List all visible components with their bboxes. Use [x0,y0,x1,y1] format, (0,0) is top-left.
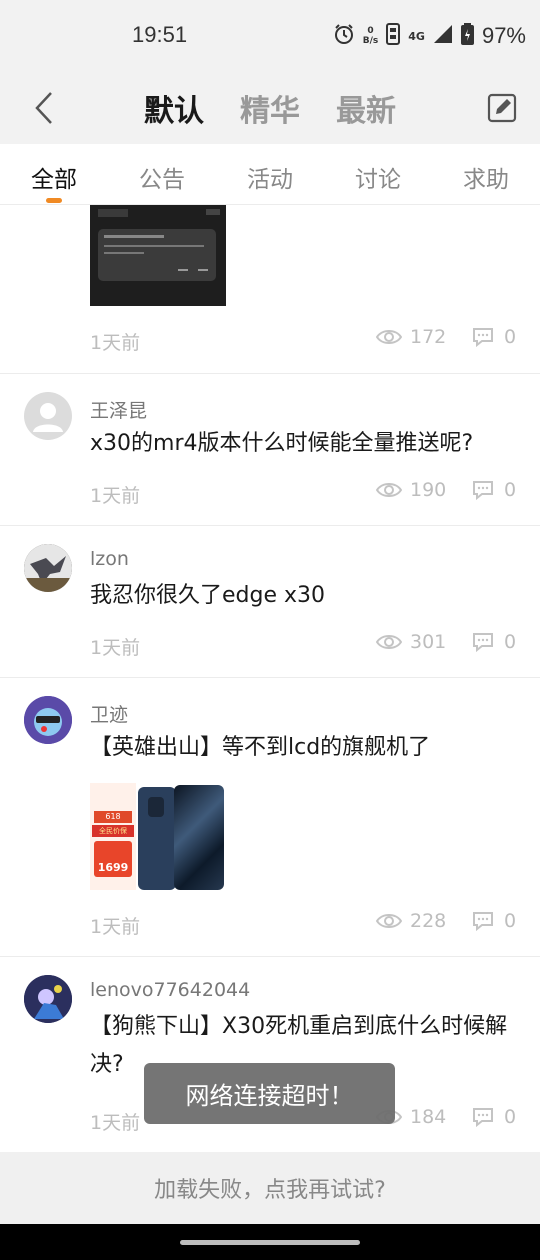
active-tab-indicator [46,198,62,203]
comment-icon [473,481,493,500]
post-title[interactable]: x30的mr4版本什么时候能全量推送呢? [90,425,518,463]
avatar[interactable] [24,544,72,592]
alarm-icon [333,23,355,49]
eye-icon [376,914,402,928]
post-views: 172 [376,326,446,348]
eye-icon [376,635,402,649]
post-comments: 0 [472,910,516,932]
category-tab-help[interactable]: 求助 [432,144,540,204]
post-meta: 1天前 172 0 [0,326,540,356]
battery-icon [460,23,474,49]
avatar[interactable] [24,392,72,440]
tab-default[interactable]: 默认 [144,86,204,130]
post-image[interactable] [90,205,226,306]
post-item[interactable]: lzon 我忍你很久了edge x30 1天前 301 0 [0,526,540,678]
tab-latest[interactable]: 最新 [336,86,396,130]
post-views: 301 [376,631,446,653]
post-title[interactable]: 我忍你很久了edge x30 [90,577,518,615]
post-comments: 0 [472,326,516,348]
post-meta: 1天前 301 0 [0,631,540,661]
post-title[interactable]: 【英雄出山】等不到lcd的旗舰机了 [90,729,518,767]
category-tab-announcement[interactable]: 公告 [108,144,216,204]
edit-icon [487,93,517,123]
post-author[interactable]: 卫迹 [90,700,128,727]
post-time: 1天前 [90,1112,141,1134]
home-gesture-handle[interactable] [180,1240,360,1245]
status-bar: 19:51 0 B/s 4G 97% [0,0,540,72]
battery-level: 97% [481,23,526,48]
category-tab-discussion[interactable]: 讨论 [324,144,432,204]
post-feed: 1天前 172 0 王泽昆 x30的mr4版本什么时候能全量推送呢? 1天前 1… [0,205,540,1153]
promo-tag: 618 [94,811,132,823]
post-time: 1天前 [90,637,141,659]
promo-tag: 全民价保 [92,825,134,837]
comment-icon [473,912,493,931]
comment-icon [473,1108,493,1127]
tab-featured[interactable]: 精华 [240,86,300,130]
promo-price: 1699 [97,861,129,874]
post-views: 228 [376,910,446,932]
net-speed: 0 B/s [362,26,379,46]
top-header: 默认 精华 最新 [0,72,540,144]
category-tabs: 全部 公告 活动 讨论 求助 [0,144,540,205]
signal-icon [433,24,453,48]
compose-button[interactable] [482,86,522,130]
post-image[interactable]: 618 全民价保 1699 [90,783,224,890]
avatar[interactable] [24,975,72,1023]
post-meta: 1天前 190 0 [0,479,540,509]
system-nav-bar [0,1224,540,1260]
post-meta: 1天前 228 0 [0,910,540,940]
post-item[interactable]: 王泽昆 x30的mr4版本什么时候能全量推送呢? 1天前 190 0 [0,374,540,526]
comment-icon [473,633,493,652]
post-author[interactable]: lenovo77642044 [90,979,250,1001]
post-item[interactable]: 卫迹 【英雄出山】等不到lcd的旗舰机了 618 全民价保 1699 1天前 2… [0,678,540,957]
comment-icon [473,328,493,347]
post-item[interactable]: 1天前 172 0 [0,205,540,374]
post-time: 1天前 [90,332,141,354]
eye-icon [376,330,402,344]
post-time: 1天前 [90,916,141,938]
header-tabs: 默认 精华 最新 [0,72,540,144]
avatar[interactable] [24,696,72,744]
retry-load-button[interactable]: 加载失败，点我再试试? [0,1152,540,1224]
eye-icon [376,483,402,497]
network-type: 4G [408,29,425,43]
toast-message: 网络连接超时！ [144,1063,395,1124]
post-time: 1天前 [90,485,141,507]
category-tab-all[interactable]: 全部 [0,144,108,204]
category-tab-activity[interactable]: 活动 [216,144,324,204]
status-time: 19:51 [132,22,188,47]
post-comments: 0 [472,631,516,653]
post-comments: 0 [472,479,516,501]
post-author[interactable]: 王泽昆 [90,396,147,423]
post-comments: 0 [472,1106,516,1128]
sim-icon [386,23,401,49]
status-icons: 0 B/s 4G 97% [333,20,526,52]
post-views: 190 [376,479,446,501]
post-author[interactable]: lzon [90,548,129,570]
